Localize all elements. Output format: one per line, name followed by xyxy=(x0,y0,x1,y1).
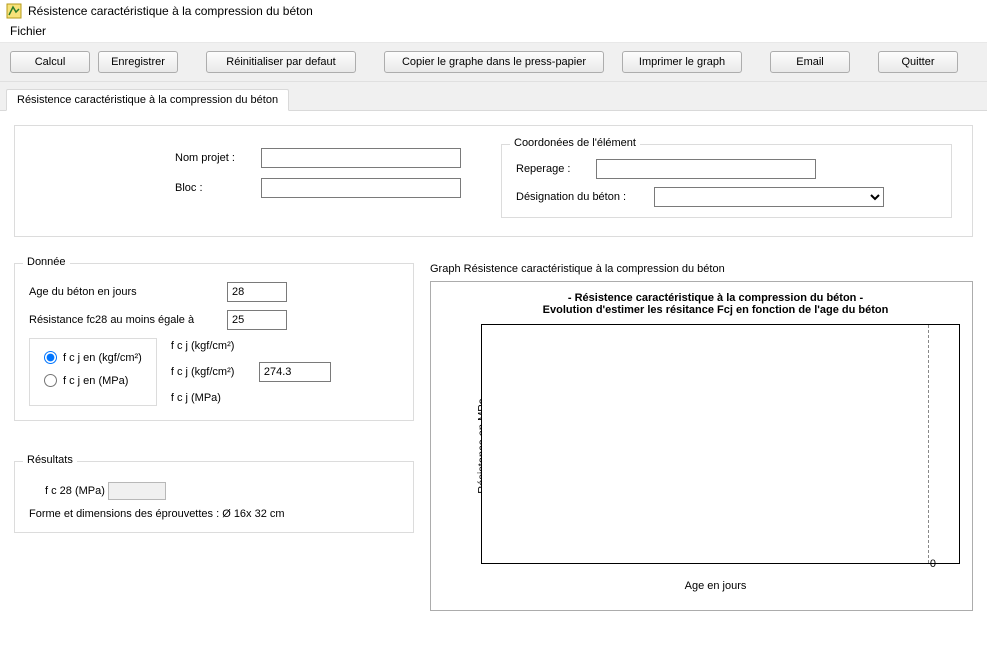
radio-mpa[interactable] xyxy=(44,374,57,387)
title-bar: Résistence caractéristique à la compress… xyxy=(0,0,987,22)
graph-title-line2: Evolution d'estimer les résitance Fcj en… xyxy=(471,304,960,316)
age-label: Age du béton en jours xyxy=(29,286,219,298)
window-title: Résistence caractéristique à la compress… xyxy=(28,4,313,18)
val-kgf-label: f c j (kgf/cm²) xyxy=(171,366,249,378)
menu-file[interactable]: Fichier xyxy=(6,22,50,40)
fc28-min-label: Résistance fc28 au moins égale à xyxy=(29,314,219,326)
graph-outer-title: Graph Résistence caractéristique à la co… xyxy=(430,263,973,275)
tabstrip: Résistence caractéristique à la compress… xyxy=(0,82,987,111)
calcul-button[interactable]: Calcul xyxy=(10,51,90,73)
reperage-label: Reperage : xyxy=(516,163,588,175)
bloc-input[interactable] xyxy=(261,178,461,198)
donnee-group: Donnée Age du béton en jours Résistance … xyxy=(14,263,414,421)
graph-panel: - Résistence caractéristique à la compre… xyxy=(430,281,973,611)
radio-kgf[interactable] xyxy=(44,351,57,364)
age-input[interactable] xyxy=(227,282,287,302)
val-mpa-label: f c j (MPa) xyxy=(171,392,249,404)
copier-graphe-button[interactable]: Copier le graphe dans le press-papier xyxy=(384,51,604,73)
graph-xlabel: Age en jours xyxy=(471,580,960,592)
eprouvettes-note: Forme et dimensions des éprouvettes : Ø … xyxy=(29,508,399,520)
email-button[interactable]: Email xyxy=(770,51,850,73)
app-icon xyxy=(6,3,22,19)
zero-line xyxy=(928,325,929,563)
project-box: Nom projet : Bloc : xyxy=(175,148,461,218)
resultats-group: Résultats f c 28 (MPa) Forme et dimensio… xyxy=(14,461,414,533)
designation-label: Désignation du béton : xyxy=(516,191,646,203)
reinitialiser-button[interactable]: Réinitialiser par defaut xyxy=(206,51,356,73)
val-kgf-input[interactable] xyxy=(259,362,331,382)
page-content: Nom projet : Bloc : Coordonées de l'élém… xyxy=(0,111,987,625)
coord-group: Coordonées de l'élément Reperage : Désig… xyxy=(501,144,952,218)
unit-values: f c j (kgf/cm²) f c j (kgf/cm²) f c j (M… xyxy=(171,338,331,406)
unit-header: f c j (kgf/cm²) xyxy=(171,340,249,352)
x-tick-zero: 0 xyxy=(930,558,936,570)
plot-area xyxy=(481,324,960,564)
top-panel: Nom projet : Bloc : Coordonées de l'élém… xyxy=(14,125,973,237)
nom-projet-label: Nom projet : xyxy=(175,152,253,164)
reperage-input[interactable] xyxy=(596,159,816,179)
nom-projet-input[interactable] xyxy=(261,148,461,168)
radio-mpa-label: f c j en (MPa) xyxy=(63,375,128,387)
imprimer-graph-button[interactable]: Imprimer le graph xyxy=(622,51,742,73)
fc28-out-label: f c 28 (MPa) xyxy=(45,485,105,497)
graph-title-line1: - Résistence caractéristique à la compre… xyxy=(471,292,960,304)
radio-kgf-label: f c j en (kgf/cm²) xyxy=(63,352,142,364)
quitter-button[interactable]: Quitter xyxy=(878,51,958,73)
fc28-min-input[interactable] xyxy=(227,310,287,330)
fc28-out-value xyxy=(108,482,166,500)
menubar: Fichier xyxy=(0,22,987,42)
donnee-legend: Donnée xyxy=(23,256,70,268)
unit-radio-group: f c j en (kgf/cm²) f c j en (MPa) xyxy=(29,338,157,406)
toolbar: Calcul Enregistrer Réinitialiser par def… xyxy=(0,42,987,82)
enregistrer-button[interactable]: Enregistrer xyxy=(98,51,178,73)
bloc-label: Bloc : xyxy=(175,182,253,194)
graph-title: - Résistence caractéristique à la compre… xyxy=(471,292,960,316)
tab-resistance[interactable]: Résistence caractéristique à la compress… xyxy=(6,89,289,111)
designation-select[interactable] xyxy=(654,187,884,207)
resultats-legend: Résultats xyxy=(23,454,77,466)
coord-legend: Coordonées de l'élément xyxy=(510,137,640,149)
